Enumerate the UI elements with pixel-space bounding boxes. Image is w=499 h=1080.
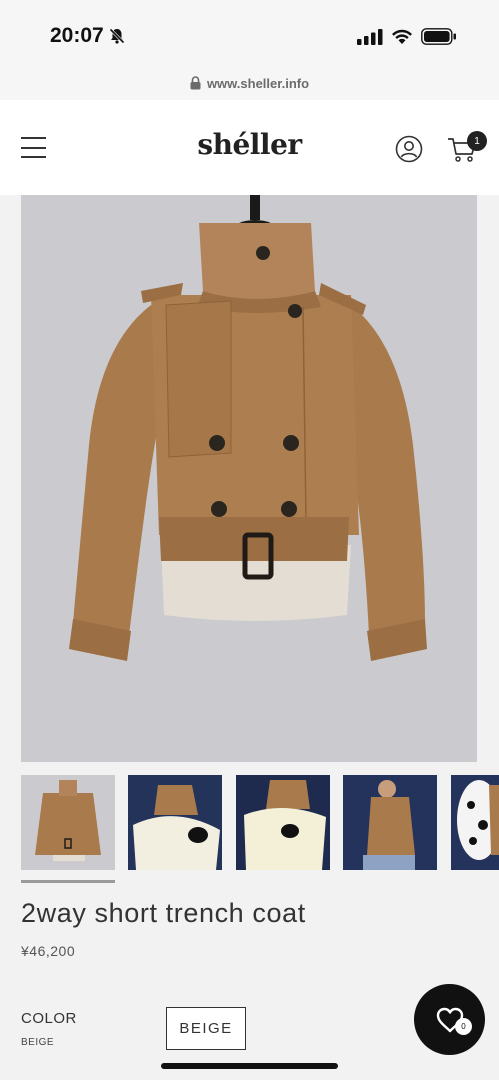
status-time: 20:07 (50, 24, 126, 48)
thumbnail-5[interactable] (451, 775, 499, 870)
wishlist-count-badge: 0 (455, 1018, 472, 1035)
thumbnail-3[interactable] (236, 775, 330, 870)
lock-icon (190, 76, 201, 90)
user-circle-icon[interactable] (395, 135, 423, 163)
status-bar: 20:07 (0, 0, 499, 66)
cart-count-badge: 1 (467, 131, 487, 151)
color-label: COLOR (21, 1010, 77, 1027)
trench-coat-image (21, 195, 477, 762)
product-price: ¥46,200 (21, 943, 76, 959)
battery-icon (421, 28, 456, 45)
signal-icon (357, 28, 383, 45)
thumbnail-strip (21, 775, 499, 870)
wifi-icon (392, 29, 412, 44)
address-bar[interactable]: www.sheller.info (0, 66, 499, 100)
thumbnail-2[interactable] (128, 775, 222, 870)
clock-text: 20:07 (50, 24, 104, 47)
thumbnail-1[interactable] (21, 775, 115, 870)
site-logo[interactable]: shéller (0, 128, 499, 161)
product-main-image[interactable] (21, 195, 477, 762)
thumbnail-4[interactable] (343, 775, 437, 870)
bell-slash-icon (108, 27, 125, 45)
home-indicator[interactable] (161, 1063, 338, 1069)
color-option-beige[interactable]: BEIGE (166, 1007, 246, 1050)
selected-color-text: BEIGE (21, 1037, 55, 1048)
thumbnail-selected-indicator (21, 880, 115, 883)
product-title: 2way short trench coat (21, 898, 306, 928)
url-text[interactable]: www.sheller.info (207, 76, 309, 91)
site-header: shéller (0, 100, 499, 195)
wishlist-button[interactable] (414, 984, 485, 1055)
